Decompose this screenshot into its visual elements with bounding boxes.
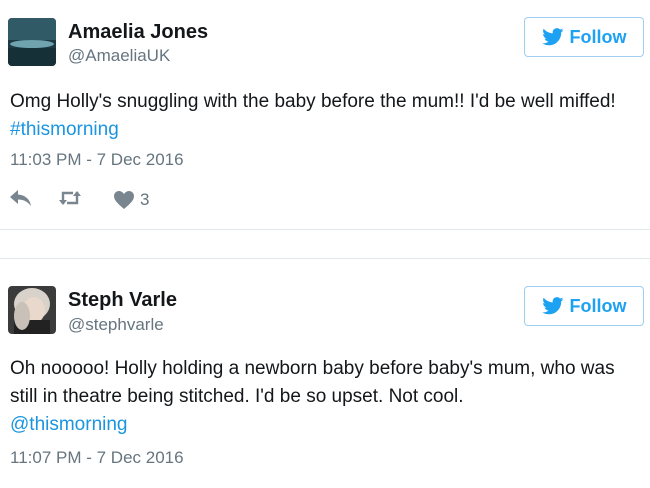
- tweet-text: Omg Holly's snuggling with the baby befo…: [10, 88, 642, 144]
- reply-button[interactable]: [10, 190, 32, 206]
- follow-button[interactable]: Follow: [524, 286, 644, 326]
- follow-label: Follow: [569, 26, 627, 47]
- display-name[interactable]: Amaelia Jones: [68, 20, 208, 44]
- tweet-card-amaelia: Amaelia Jones @AmaeliaUK Follow Omg Holl…: [0, 0, 650, 230]
- twitter-bird-icon: [541, 297, 563, 315]
- follow-label: Follow: [569, 295, 627, 316]
- tweet-gap: [0, 230, 650, 258]
- retweet-button[interactable]: [58, 190, 82, 206]
- twitter-bird-icon: [541, 28, 563, 46]
- display-name[interactable]: Steph Varle: [68, 288, 177, 312]
- hashtag-link[interactable]: #thismorning: [10, 119, 119, 140]
- like-count: 3: [140, 190, 150, 209]
- avatar[interactable]: [8, 286, 56, 334]
- timestamp[interactable]: 11:07 PM - 7 Dec 2016: [10, 447, 184, 469]
- retweet-icon: [59, 191, 81, 205]
- tweet-body: Oh nooooo! Holly holding a newborn baby …: [10, 358, 615, 407]
- tweet-card-steph: Steph Varle @stephvarle Follow Oh nooooo…: [0, 258, 650, 488]
- tweet-body: Omg Holly's snuggling with the baby befo…: [10, 91, 616, 112]
- user-handle[interactable]: @stephvarle: [68, 314, 164, 336]
- heart-icon: [114, 191, 134, 209]
- avatar[interactable]: [8, 18, 56, 66]
- like-button[interactable]: 3: [114, 190, 149, 210]
- timestamp[interactable]: 11:03 PM - 7 Dec 2016: [10, 149, 184, 171]
- reply-icon: [10, 190, 31, 206]
- divider: [0, 258, 650, 259]
- mention-link[interactable]: @thismorning: [10, 414, 128, 435]
- tweet-actions: 3: [10, 190, 210, 210]
- user-handle[interactable]: @AmaeliaUK: [68, 45, 170, 67]
- tweet-text: Oh nooooo! Holly holding a newborn baby …: [10, 355, 642, 439]
- follow-button[interactable]: Follow: [524, 17, 644, 57]
